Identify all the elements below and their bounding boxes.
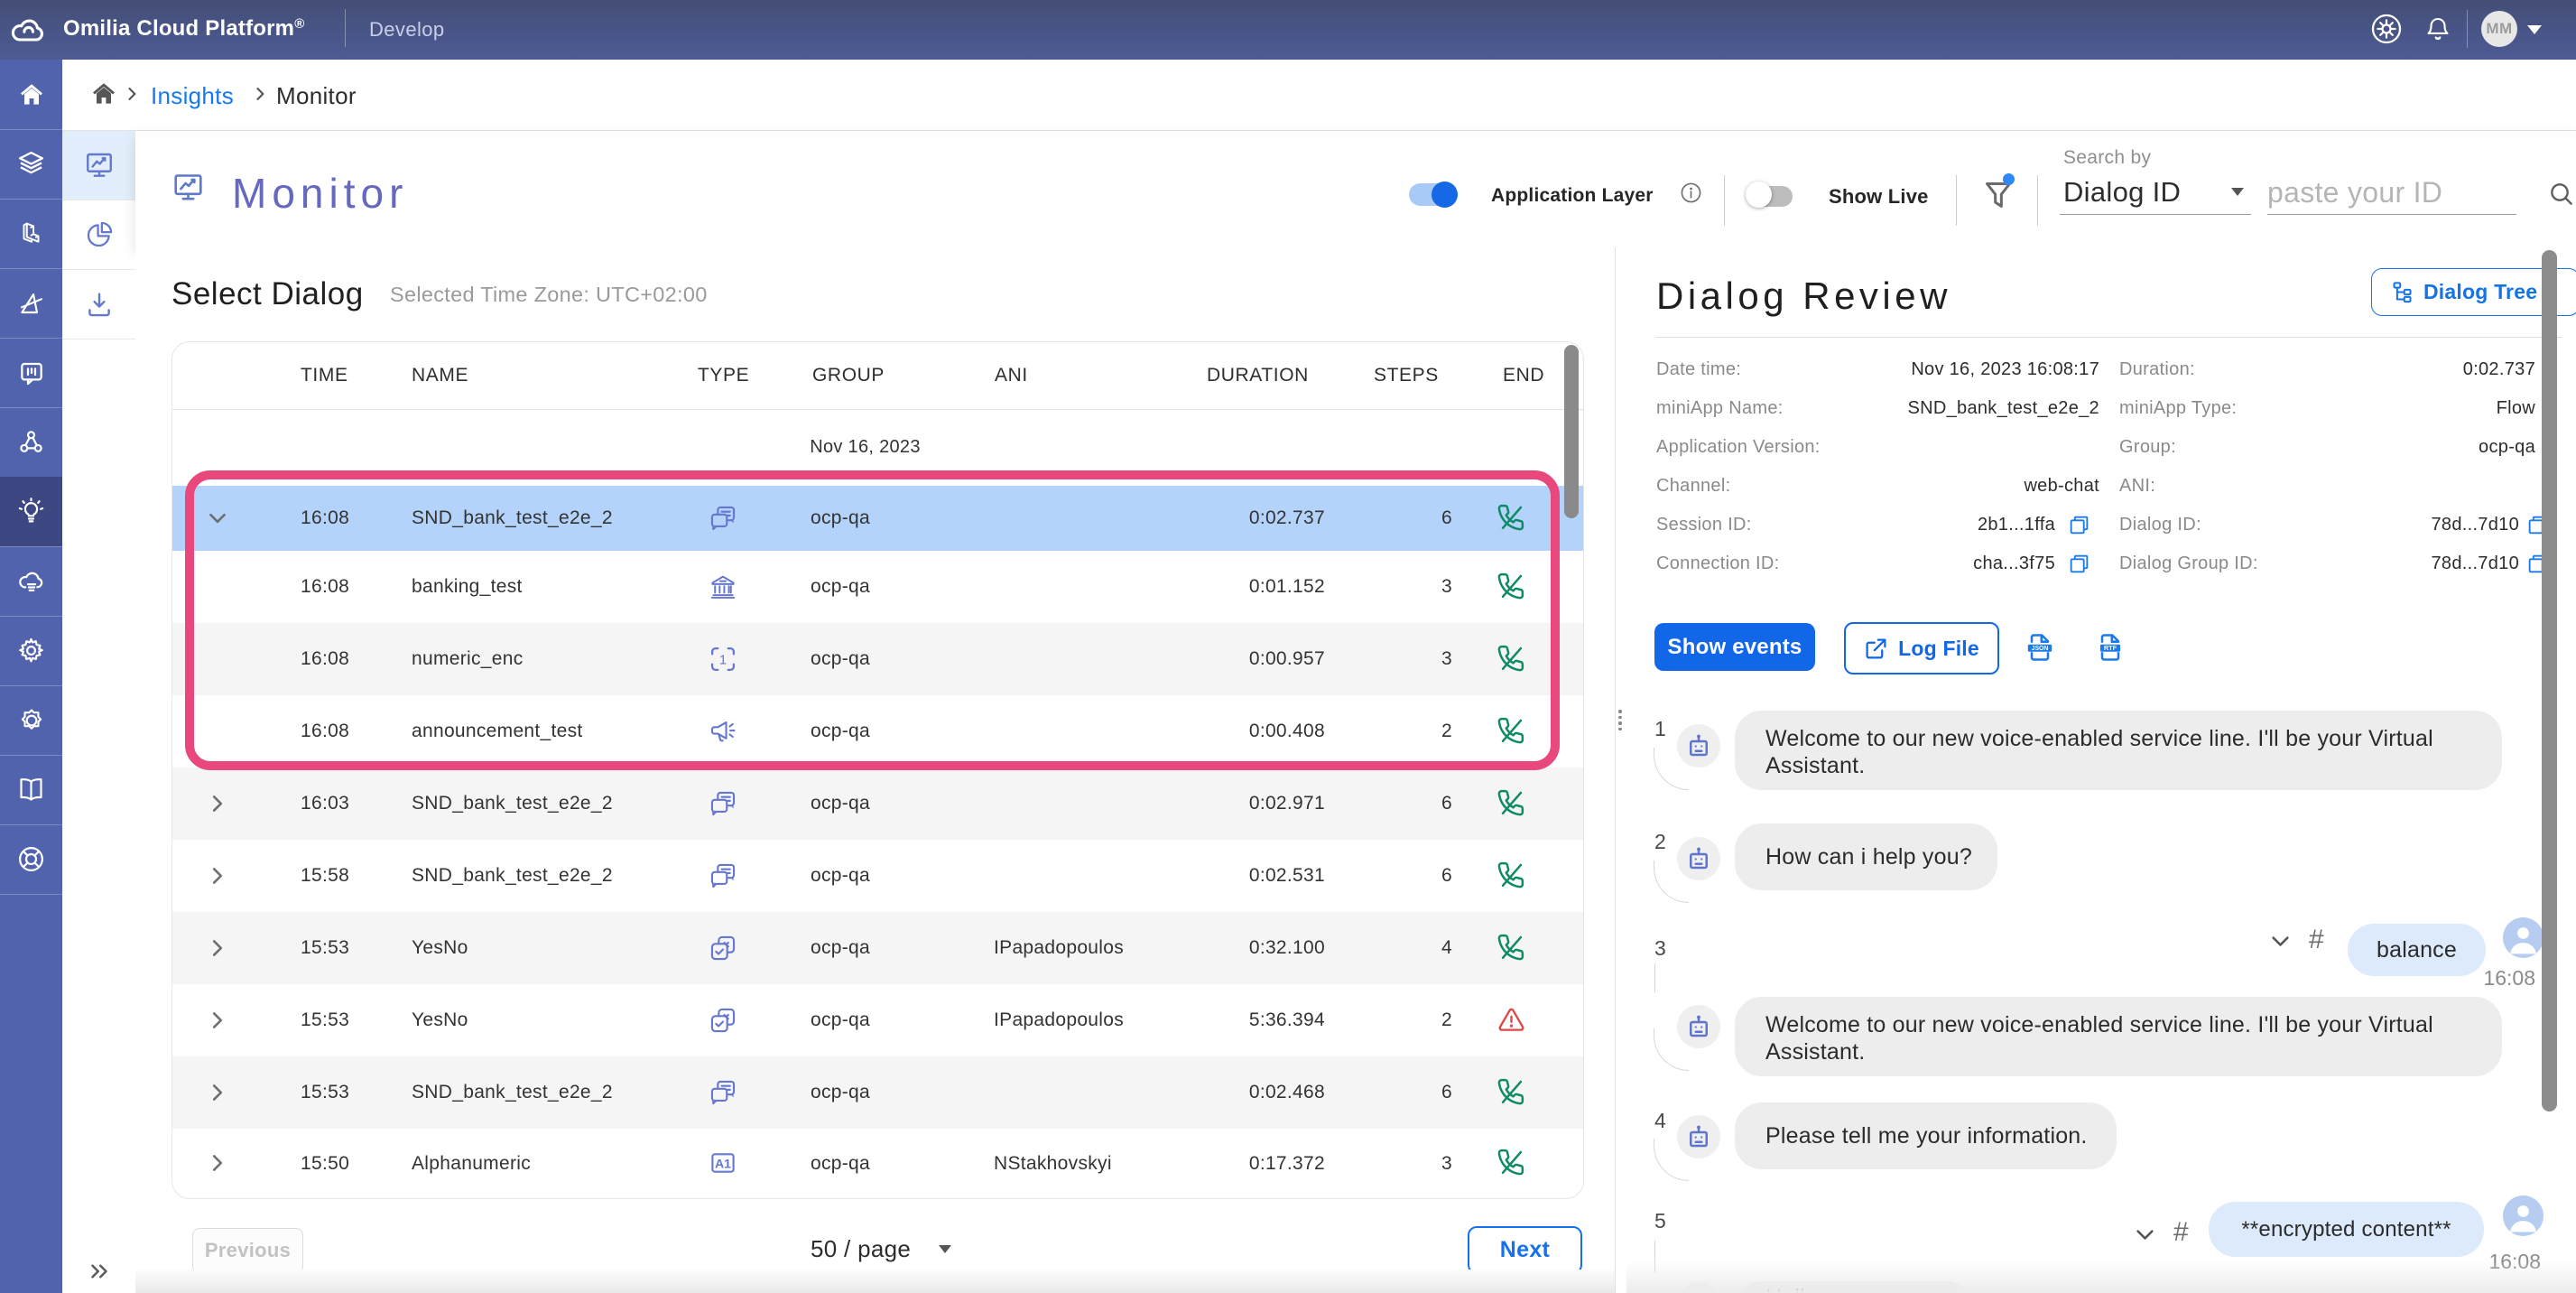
svg-text:JSON: JSON	[2032, 646, 2049, 652]
svg-text:A1: A1	[715, 1158, 731, 1172]
svg-text:RTF: RTF	[2104, 644, 2117, 652]
